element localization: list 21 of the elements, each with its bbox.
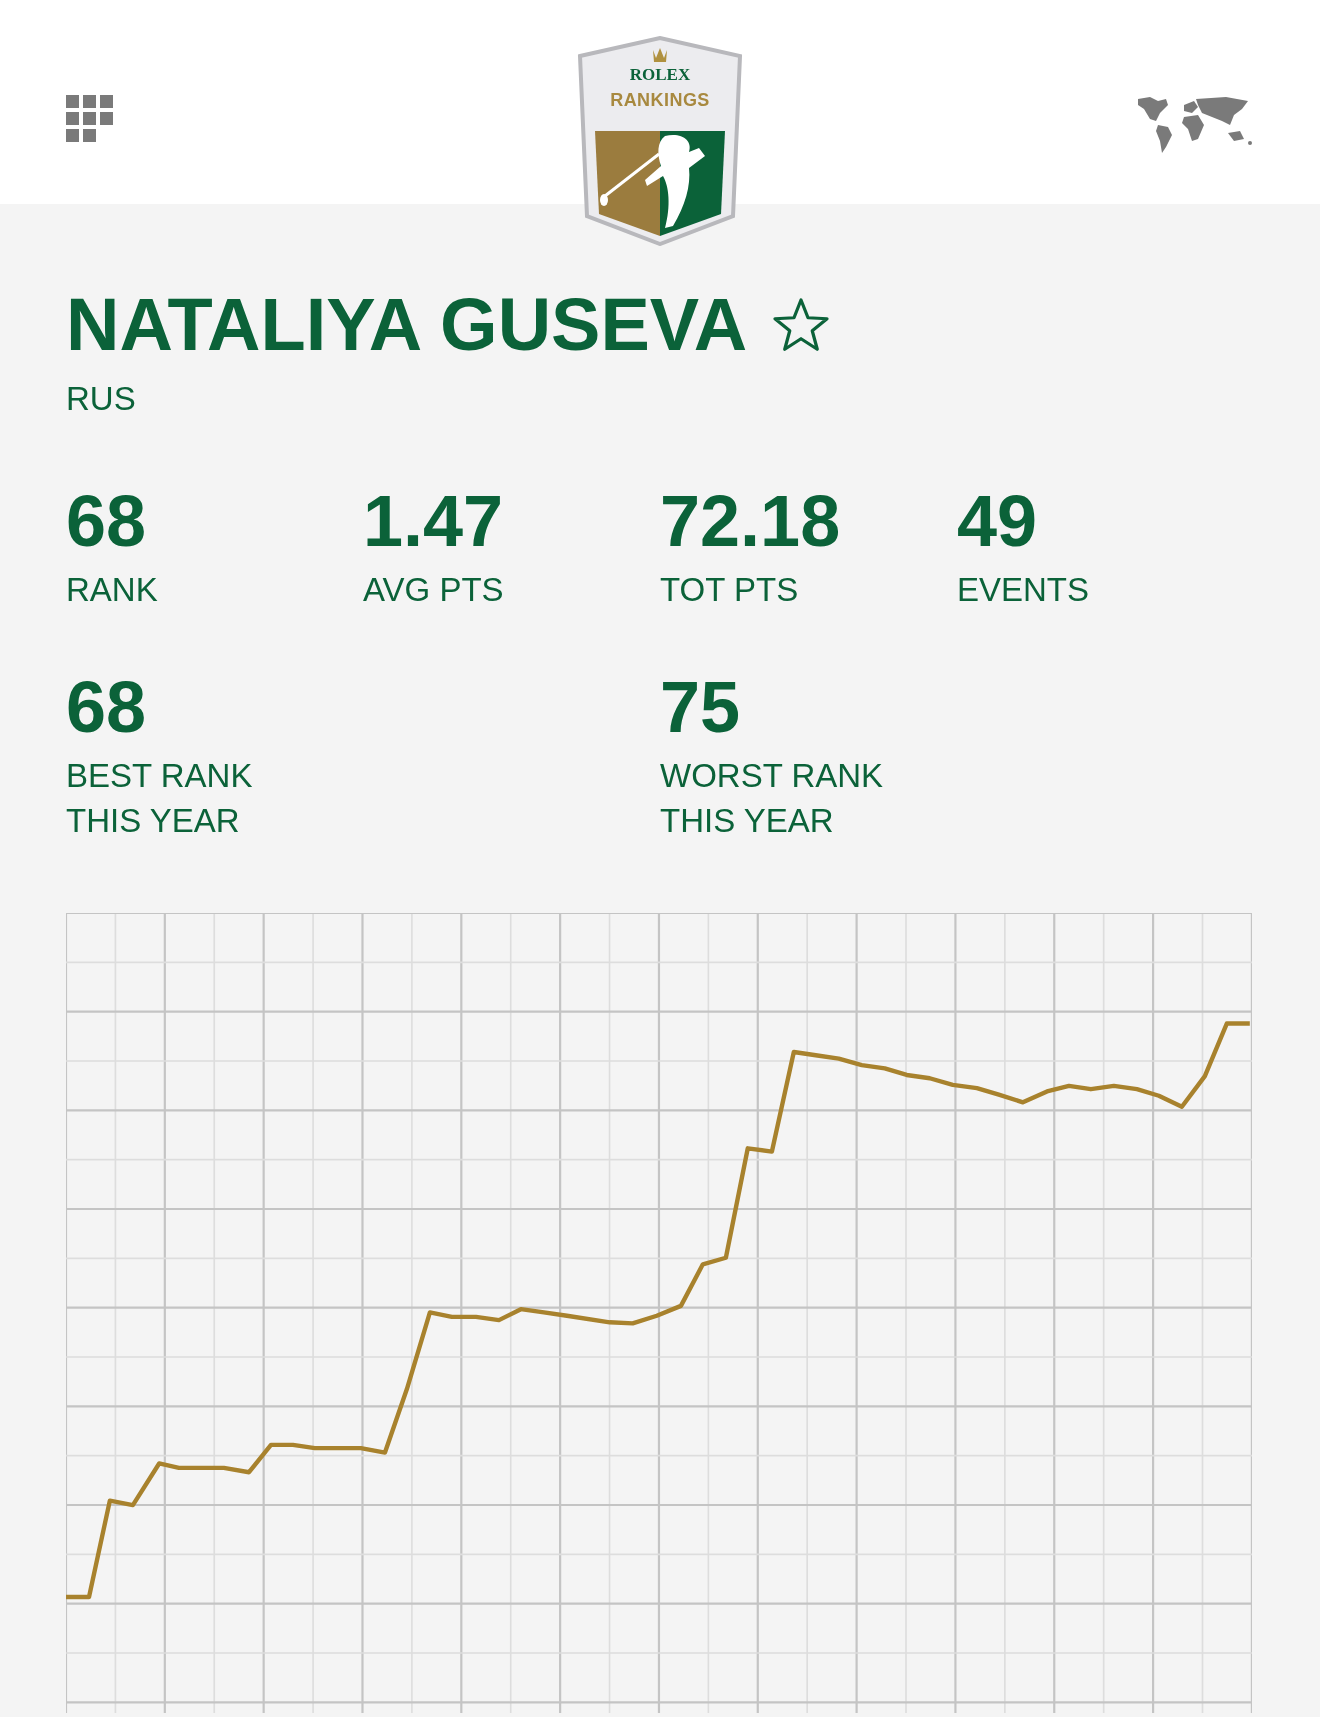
stat-label: TOT PTS [660, 570, 800, 611]
world-map-icon[interactable] [1136, 95, 1254, 155]
favorite-star-icon[interactable] [771, 296, 832, 354]
grid-menu-icon[interactable] [66, 95, 114, 143]
stat-value: 49 [957, 485, 1039, 558]
stat-label: THIS YEAR [66, 800, 241, 841]
stat-label: AVG PTS [363, 570, 505, 611]
logo-title: RANKINGS [610, 91, 710, 109]
stat-value: 1.47 [363, 485, 505, 558]
logo-brand: ROLEX [629, 66, 691, 83]
stat-label: BEST RANK [66, 755, 254, 796]
player-country: RUS [66, 379, 137, 419]
stat-value: 68 [66, 670, 148, 743]
stat-label: THIS YEAR [660, 800, 835, 841]
stat-value: 75 [660, 670, 742, 743]
stat-label: RANK [66, 570, 159, 611]
stat-value: 68 [66, 485, 148, 558]
stat-label: EVENTS [957, 570, 1091, 611]
stat-label: WORST RANK [660, 755, 885, 796]
player-name: NATALIYA GUSEVA [66, 288, 748, 362]
stat-value: 72.18 [660, 485, 842, 558]
